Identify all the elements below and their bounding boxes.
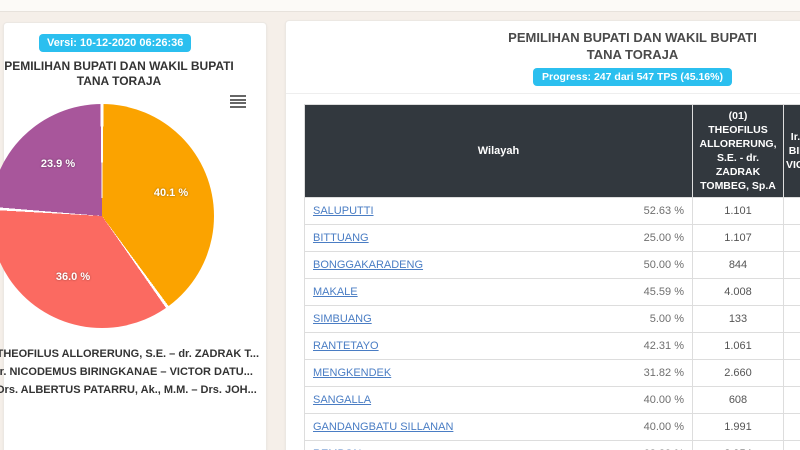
legend-item-candidate2[interactable]: (02) Ir. NICODEMUS BIRINGKANAE – VICTOR … bbox=[0, 363, 304, 381]
wilayah-link[interactable]: SIMBUANG bbox=[313, 313, 372, 325]
percent-value: 40.00 % bbox=[643, 394, 684, 406]
votes-value-hidden bbox=[783, 332, 800, 360]
percent-value: 40.00 % bbox=[643, 421, 684, 433]
results-title: PEMILIHAN BUPATI DAN WAKIL BUPATI TANA T… bbox=[286, 29, 800, 63]
votes-value-hidden bbox=[783, 278, 800, 306]
hamburger-icon bbox=[230, 102, 246, 104]
table-row: MENGKENDEK 31.82 % 2.660 bbox=[304, 359, 800, 387]
votes-value: 4.008 bbox=[692, 278, 784, 306]
pie-slice-label: 40.1 % bbox=[153, 187, 189, 199]
chart-legend: (01) THEOFILUS ALLORERUNG, S.E. – dr. ZA… bbox=[0, 345, 304, 399]
percent-value: 45.59 % bbox=[643, 286, 684, 298]
legend-item-candidate1[interactable]: (01) THEOFILUS ALLORERUNG, S.E. – dr. ZA… bbox=[0, 345, 304, 363]
chart-title: PEMILIHAN BUPATI DAN WAKIL BUPATI TANA T… bbox=[0, 59, 259, 89]
pie-slice-label: 36.0 % bbox=[55, 271, 91, 283]
votes-value: 844 bbox=[692, 251, 784, 279]
table-header-row: Wilayah (01) THEOFILUS ALLORERUNG, S.E. … bbox=[304, 104, 800, 198]
votes-value: 133 bbox=[692, 305, 784, 333]
table-row: GANDANGBATU SILLANAN 40.00 % 1.991 bbox=[304, 413, 800, 441]
results-table: Wilayah (01) THEOFILUS ALLORERUNG, S.E. … bbox=[304, 104, 800, 450]
percent-value: 42.31 % bbox=[643, 340, 684, 352]
votes-value: 1.101 bbox=[692, 197, 784, 225]
votes-value-hidden bbox=[783, 305, 800, 333]
progress-badge: Progress: 247 dari 547 TPS (45.16%) bbox=[533, 68, 732, 86]
votes-value: 608 bbox=[692, 386, 784, 414]
votes-value-hidden bbox=[783, 359, 800, 387]
votes-value-hidden bbox=[783, 386, 800, 414]
wilayah-link[interactable]: BONGGAKARADENG bbox=[313, 259, 423, 271]
pie-chart bbox=[0, 104, 214, 328]
hamburger-icon bbox=[230, 105, 246, 108]
percent-value: 50.00 % bbox=[643, 259, 684, 271]
votes-value-hidden bbox=[783, 197, 800, 225]
results-header: PEMILIHAN BUPATI DAN WAKIL BUPATI TANA T… bbox=[286, 21, 800, 94]
chart-menu-button[interactable] bbox=[228, 94, 248, 110]
votes-value: 2.954 bbox=[692, 440, 784, 450]
votes-value-hidden bbox=[783, 251, 800, 279]
votes-value-hidden bbox=[783, 440, 800, 450]
results-panel: PEMILIHAN BUPATI DAN WAKIL BUPATI TANA T… bbox=[285, 20, 800, 450]
top-navbar bbox=[0, 0, 800, 12]
votes-value: 1.991 bbox=[692, 413, 784, 441]
table-row: RANTETAYO 42.31 % 1.061 bbox=[304, 332, 800, 360]
legend-item-candidate3[interactable]: (03) Drs. ALBERTUS PATARRU, Ak., M.M. – … bbox=[0, 381, 304, 399]
table-row: SALUPUTTI 52.63 % 1.101 bbox=[304, 197, 800, 225]
table-row: SANGALLA 40.00 % 608 bbox=[304, 386, 800, 414]
column-header-candidate1: (01) THEOFILUS ALLORERUNG, S.E. - dr. ZA… bbox=[692, 104, 784, 198]
percent-value: 25.00 % bbox=[643, 232, 684, 244]
chart-title-line1: PEMILIHAN BUPATI DAN WAKIL BUPATI bbox=[4, 59, 234, 73]
wilayah-link[interactable]: SANGALLA bbox=[313, 394, 371, 406]
table-row: SIMBUANG 5.00 % 133 bbox=[304, 305, 800, 333]
percent-value: 31.82 % bbox=[643, 367, 684, 379]
column-header-wilayah: Wilayah bbox=[304, 104, 693, 198]
table-row: BONGGAKARADENG 50.00 % 844 bbox=[304, 251, 800, 279]
column-header-candidate2: (02) Ir. NICODEMUS BIRINGKANAE - VICTOR … bbox=[783, 104, 800, 198]
results-title-line1: PEMILIHAN BUPATI DAN WAKIL BUPATI bbox=[508, 30, 757, 45]
wilayah-link[interactable]: GANDANGBATU SILLANAN bbox=[313, 421, 453, 433]
chart-panel: Versi: 10-12-2020 06:26:36 PEMILIHAN BUP… bbox=[0, 22, 267, 450]
hamburger-icon bbox=[230, 95, 246, 97]
percent-value: 5.00 % bbox=[649, 313, 684, 325]
wilayah-link[interactable]: MAKALE bbox=[313, 286, 358, 298]
pie-slice-label: 23.9 % bbox=[40, 158, 76, 170]
percent-value: 52.63 % bbox=[643, 205, 684, 217]
votes-value: 1.107 bbox=[692, 224, 784, 252]
table-row: BITTUANG 25.00 % 1.107 bbox=[304, 224, 800, 252]
votes-value: 1.061 bbox=[692, 332, 784, 360]
votes-value: 2.660 bbox=[692, 359, 784, 387]
wilayah-link[interactable]: MENGKENDEK bbox=[313, 367, 391, 379]
table-row: MAKALE 45.59 % 4.008 bbox=[304, 278, 800, 306]
hamburger-icon bbox=[230, 98, 246, 101]
wilayah-link[interactable]: BITTUANG bbox=[313, 232, 369, 244]
votes-value-hidden bbox=[783, 224, 800, 252]
wilayah-link[interactable]: RANTETAYO bbox=[313, 340, 379, 352]
table-row: REMBON68.29 % 2.954 bbox=[304, 440, 800, 450]
wilayah-link[interactable]: SALUPUTTI bbox=[313, 205, 374, 217]
results-title-line2: TANA TORAJA bbox=[586, 47, 679, 62]
results-table-wrap: Wilayah (01) THEOFILUS ALLORERUNG, S.E. … bbox=[304, 104, 800, 450]
chart-title-line2: TANA TORAJA bbox=[76, 74, 162, 88]
version-badge: Versi: 10-12-2020 06:26:36 bbox=[39, 34, 192, 52]
votes-value-hidden bbox=[783, 413, 800, 441]
